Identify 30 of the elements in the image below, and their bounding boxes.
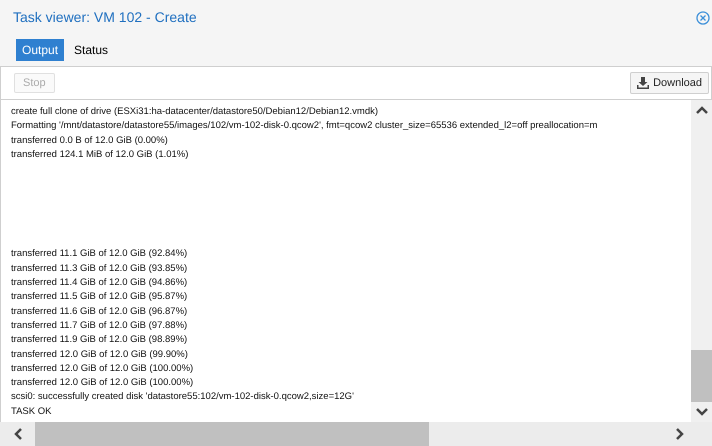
log-line: transferred 11.5 GiB of 12.0 GiB (95.87%) — [11, 290, 188, 304]
scroll-left-icon[interactable] — [14, 428, 22, 440]
horizontal-scrollbar[interactable] — [0, 422, 712, 446]
tab[interactable]: Status — [68, 39, 114, 61]
download-icon — [637, 77, 650, 89]
scroll-up-icon[interactable] — [696, 106, 708, 114]
close-icon[interactable] — [696, 10, 710, 24]
log-line: transferred 11.7 GiB of 12.0 GiB (97.88%) — [11, 318, 188, 333]
tab[interactable]: Output — [16, 39, 64, 61]
log-line: transferred 12.0 GiB of 12.0 GiB (100.00%) — [11, 362, 194, 376]
log-line: scsi0: successfully created disk 'datastore55:102/vm-102-disk-0.qcow2,size=12G' — [11, 390, 355, 404]
log-line: create full clone of drive (ESXi31:ha-datacenter/datastore50/Debian12/Debian12.vmdk) — [11, 105, 380, 119]
log-line: transferred 12.0 GiB of 12.0 GiB (100.00%) — [11, 376, 194, 390]
window-title: Task viewer: VM 102 - Create — [13, 8, 197, 27]
log-line: transferred 124.1 MiB of 12.0 GiB (1.01%) — [11, 148, 190, 162]
log-line: Formatting '/mnt/datastore/datastore55/images/102/vm-102-disk-0.qcow2', fmt=qcow2 cluster_size=65536 extended_l2=off preallocation=m — [11, 119, 598, 134]
log-line: transferred 11.3 GiB of 12.0 GiB (93.85%) — [11, 262, 188, 276]
log-line: transferred 12.0 GiB of 12.0 GiB (99.90%) — [11, 348, 189, 362]
log-line: TASK OK — [11, 404, 52, 419]
download-button[interactable]: Download — [630, 72, 709, 94]
log-line: transferred 11.6 GiB of 12.0 GiB (96.87%) — [11, 304, 188, 319]
scrollbar-thumb[interactable] — [691, 350, 712, 402]
log-line: transferred 11.1 GiB of 12.0 GiB (92.84%) — [11, 247, 188, 262]
scrollbar-thumb[interactable] — [35, 422, 429, 446]
log-line: transferred 0.0 B of 12.0 GiB (0.00%) — [11, 134, 169, 148]
scroll-right-icon[interactable] — [676, 428, 684, 440]
log-line: transferred 11.9 GiB of 12.0 GiB (98.89%) — [11, 333, 188, 348]
vertical-scrollbar[interactable] — [691, 100, 712, 422]
log-line: transferred 11.4 GiB of 12.0 GiB (94.86%) — [11, 276, 188, 290]
scroll-down-icon[interactable] — [696, 408, 708, 416]
